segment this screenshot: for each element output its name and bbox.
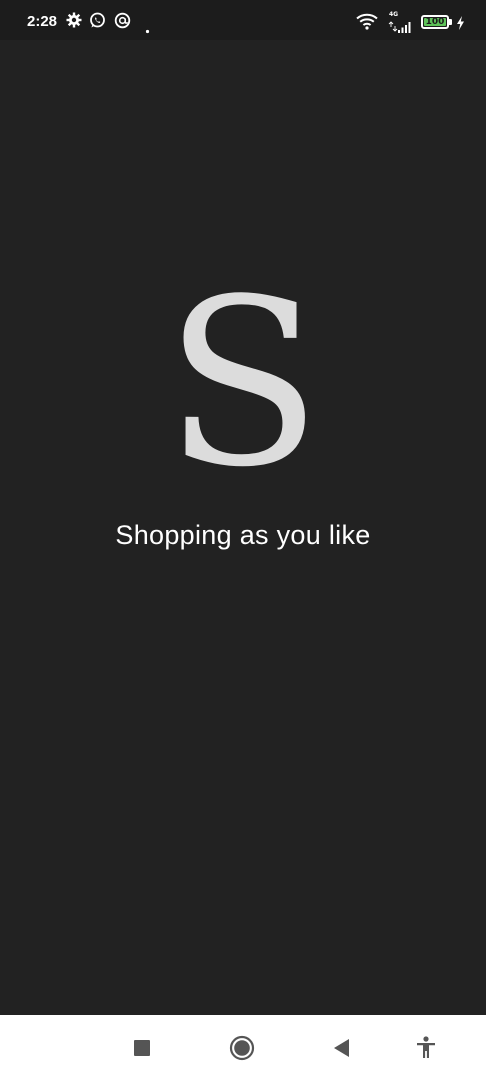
app-logo: S	[164, 251, 322, 518]
status-bar: 2:28 4G 100	[0, 0, 486, 40]
recents-button[interactable]	[127, 1033, 157, 1063]
charging-icon	[456, 15, 465, 34]
battery-tip	[449, 19, 452, 25]
network-type-label: 4G	[389, 11, 399, 18]
status-time: 2:28	[27, 13, 58, 30]
back-button[interactable]	[326, 1033, 356, 1063]
settings-icon	[66, 12, 82, 32]
battery-icon: 100	[421, 15, 449, 29]
back-icon	[334, 1039, 349, 1057]
splash-screen: 2:28 4G 100 S Shopping as you like	[0, 0, 486, 1080]
signal-icon	[388, 18, 414, 37]
navigation-bar	[0, 1015, 486, 1080]
whatsapp-icon	[89, 12, 106, 33]
recents-icon	[134, 1040, 150, 1056]
accessibility-icon	[417, 1036, 435, 1058]
home-icon	[229, 1035, 255, 1061]
at-sign-icon	[114, 12, 131, 33]
home-button[interactable]	[227, 1033, 257, 1063]
accessibility-button[interactable]	[411, 1033, 441, 1063]
dot-icon	[145, 19, 150, 38]
wifi-icon	[356, 13, 378, 34]
battery-level: 100	[425, 17, 445, 27]
tagline: Shopping as you like	[115, 520, 371, 550]
